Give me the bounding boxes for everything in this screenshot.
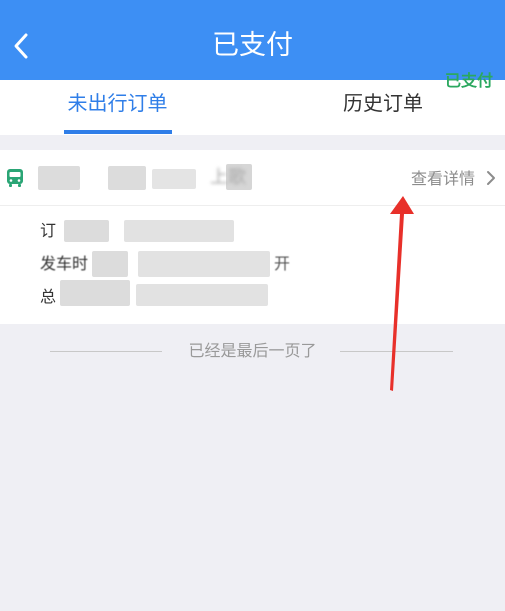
route-blur-1: [38, 166, 80, 190]
departure-time-value-fragment: 开: [274, 254, 291, 273]
departure-time-label: 发车时: [40, 254, 89, 273]
total-price-blur-1: [60, 280, 130, 306]
card-divider: [0, 205, 505, 206]
end-divider-right: [340, 351, 453, 352]
route-text-fragment: 上歌: [210, 167, 246, 188]
chevron-right-icon[interactable]: [485, 169, 497, 187]
view-details-link[interactable]: 查看详情: [411, 167, 475, 191]
tab-upcoming-orders[interactable]: 未出行订单: [30, 80, 205, 135]
route-blur-2: [108, 166, 146, 190]
departure-time-blur-2: [138, 251, 270, 277]
bus-icon: [7, 169, 23, 187]
order-status-badge: 已支付: [444, 71, 493, 90]
total-price-label: 总: [40, 287, 57, 306]
order-card-header[interactable]: 上歌 查看详情: [0, 150, 505, 205]
route-blur-3: [152, 169, 196, 189]
page-title: 已支付: [212, 30, 293, 61]
tab-history-orders[interactable]: 历史订单: [298, 80, 468, 135]
order-tabs: 未出行订单 历史订单: [0, 80, 505, 135]
total-price-blur-2: [136, 284, 268, 306]
active-tab-indicator: [64, 130, 172, 134]
departure-time-blur-1: [92, 251, 128, 277]
order-number-blur-2: [124, 220, 234, 242]
order-number-label: 订: [40, 221, 57, 240]
order-number-blur-1: [64, 220, 109, 242]
nav-bar: 已支付: [0, 0, 505, 80]
